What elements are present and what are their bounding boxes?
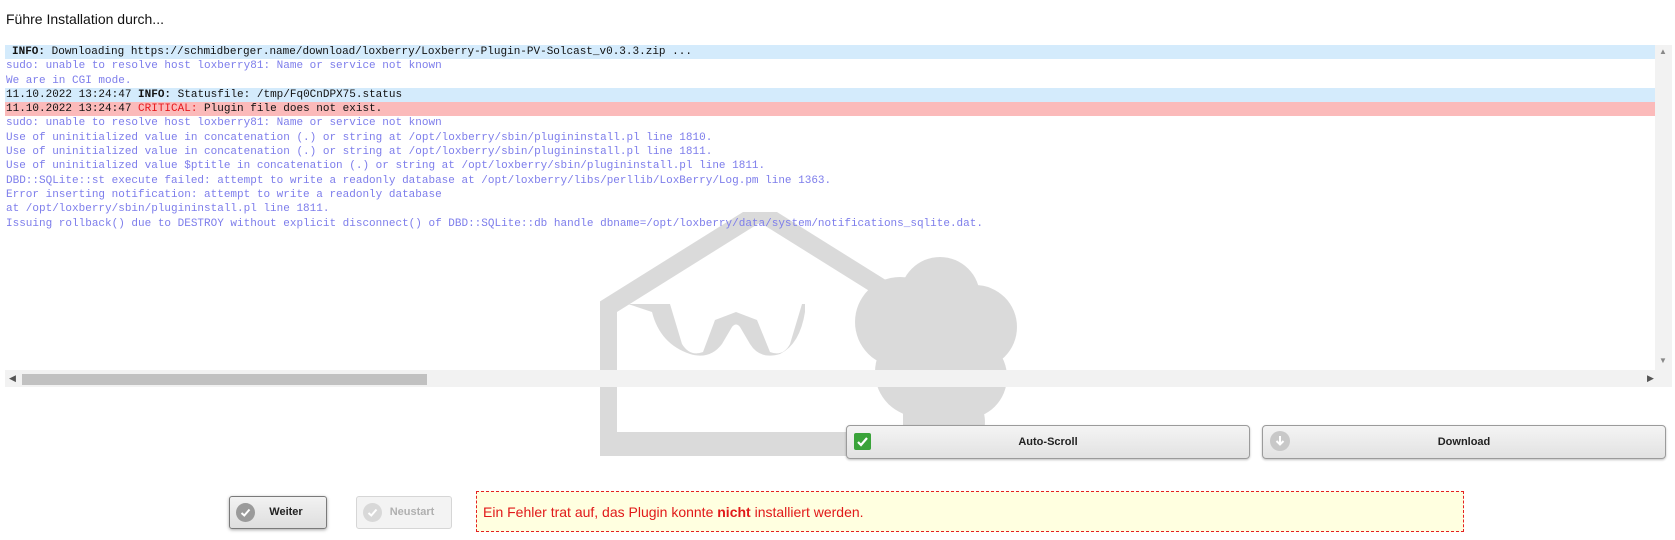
log-line-timestamp: 11.10.2022 13:24:47	[6, 88, 139, 101]
vertical-scrollbar[interactable]: ▲ ▼	[1655, 45, 1672, 383]
page-title: Führe Installation durch...	[6, 11, 164, 27]
log-line-text: We are in CGI mode.	[6, 74, 132, 87]
log-line: 11.10.2022 13:24:47 CRITICAL: Plugin fil…	[5, 102, 1655, 117]
log-line-text: Use of uninitialized value in concatenat…	[6, 146, 713, 159]
log-line: Error inserting notification: attempt to…	[5, 188, 1655, 202]
log-line-text: Use of uninitialized value in concatenat…	[6, 131, 713, 144]
log-line-text: Error inserting notification: attempt to…	[6, 188, 442, 201]
horizontal-scrollbar[interactable]: ◀ ▶	[5, 370, 1672, 387]
log-line-text: at /opt/loxberry/sbin/plugininstall.pl l…	[6, 203, 330, 216]
log-line-level: CRITICAL:	[138, 103, 198, 116]
log-line-text: Statusfile: /tmp/Fq0CnDPX75.status	[171, 88, 403, 101]
neustart-button: Neustart	[356, 496, 452, 529]
log-line: Issuing rollback() due to DESTROY withou…	[5, 217, 1655, 231]
log-line-text: DBD::SQLite::st execute failed: attempt …	[6, 174, 832, 187]
log-line: INFO: Downloading https://schmidberger.n…	[5, 45, 1655, 60]
log-line-text: sudo: unable to resolve host loxberry81:…	[6, 117, 442, 130]
auto-scroll-label: Auto-Scroll	[1018, 436, 1078, 448]
log-line: Use of uninitialized value in concatenat…	[5, 131, 1655, 145]
download-label: Download	[1437, 436, 1491, 448]
weiter-label: Weiter	[269, 506, 303, 518]
checkbox-checked-icon[interactable]	[854, 433, 871, 450]
horizontal-scroll-thumb[interactable]	[22, 374, 427, 385]
log-line: sudo: unable to resolve host loxberry81:…	[5, 59, 1655, 73]
scroll-left-icon[interactable]: ◀	[9, 373, 16, 384]
log-line-text: Use of uninitialized value $ptitle in co…	[6, 160, 766, 173]
log-line: Use of uninitialized value in concatenat…	[5, 145, 1655, 159]
log-line: at /opt/loxberry/sbin/plugininstall.pl l…	[5, 202, 1655, 216]
log-line-text: Plugin file does not exist.	[197, 103, 383, 116]
log-line: Use of uninitialized value $ptitle in co…	[5, 159, 1655, 173]
log-content: INFO: Downloading https://schmidberger.n…	[5, 45, 1655, 369]
log-line: DBD::SQLite::st execute failed: attempt …	[5, 174, 1655, 188]
error-text-emphasis: nicht	[717, 504, 751, 520]
auto-scroll-button[interactable]: Auto-Scroll	[846, 425, 1250, 459]
weiter-button[interactable]: Weiter	[229, 496, 327, 529]
log-line-timestamp: 11.10.2022 13:24:47	[6, 103, 139, 116]
error-text-before: Ein Fehler trat auf, das Plugin konnte	[483, 504, 718, 520]
scroll-right-icon[interactable]: ▶	[1647, 373, 1654, 384]
install-log-panel[interactable]: INFO: Downloading https://schmidberger.n…	[5, 45, 1675, 387]
error-message-box: Ein Fehler trat auf, das Plugin konnte n…	[476, 491, 1464, 532]
log-line: sudo: unable to resolve host loxberry81:…	[5, 116, 1655, 130]
download-button[interactable]: Download	[1262, 425, 1666, 459]
scroll-up-icon[interactable]: ▲	[1659, 47, 1667, 56]
log-line-level: INFO:	[138, 88, 172, 101]
error-text-after: installiert werden.	[750, 504, 864, 520]
neustart-label: Neustart	[389, 506, 435, 518]
check-circle-icon	[363, 503, 382, 522]
scroll-down-icon[interactable]: ▼	[1659, 356, 1667, 365]
log-line-text: sudo: unable to resolve host loxberry81:…	[6, 60, 442, 73]
download-arrow-icon	[1270, 431, 1290, 451]
log-line: 11.10.2022 13:24:47 INFO: Statusfile: /t…	[5, 87, 1655, 103]
log-line: We are in CGI mode.	[5, 74, 1655, 88]
log-line-level: INFO:	[12, 46, 46, 58]
log-line-text: Downloading https://schmidberger.name/do…	[45, 46, 692, 58]
log-line-text: Issuing rollback() due to DESTROY withou…	[6, 217, 983, 230]
check-circle-icon	[236, 503, 255, 522]
